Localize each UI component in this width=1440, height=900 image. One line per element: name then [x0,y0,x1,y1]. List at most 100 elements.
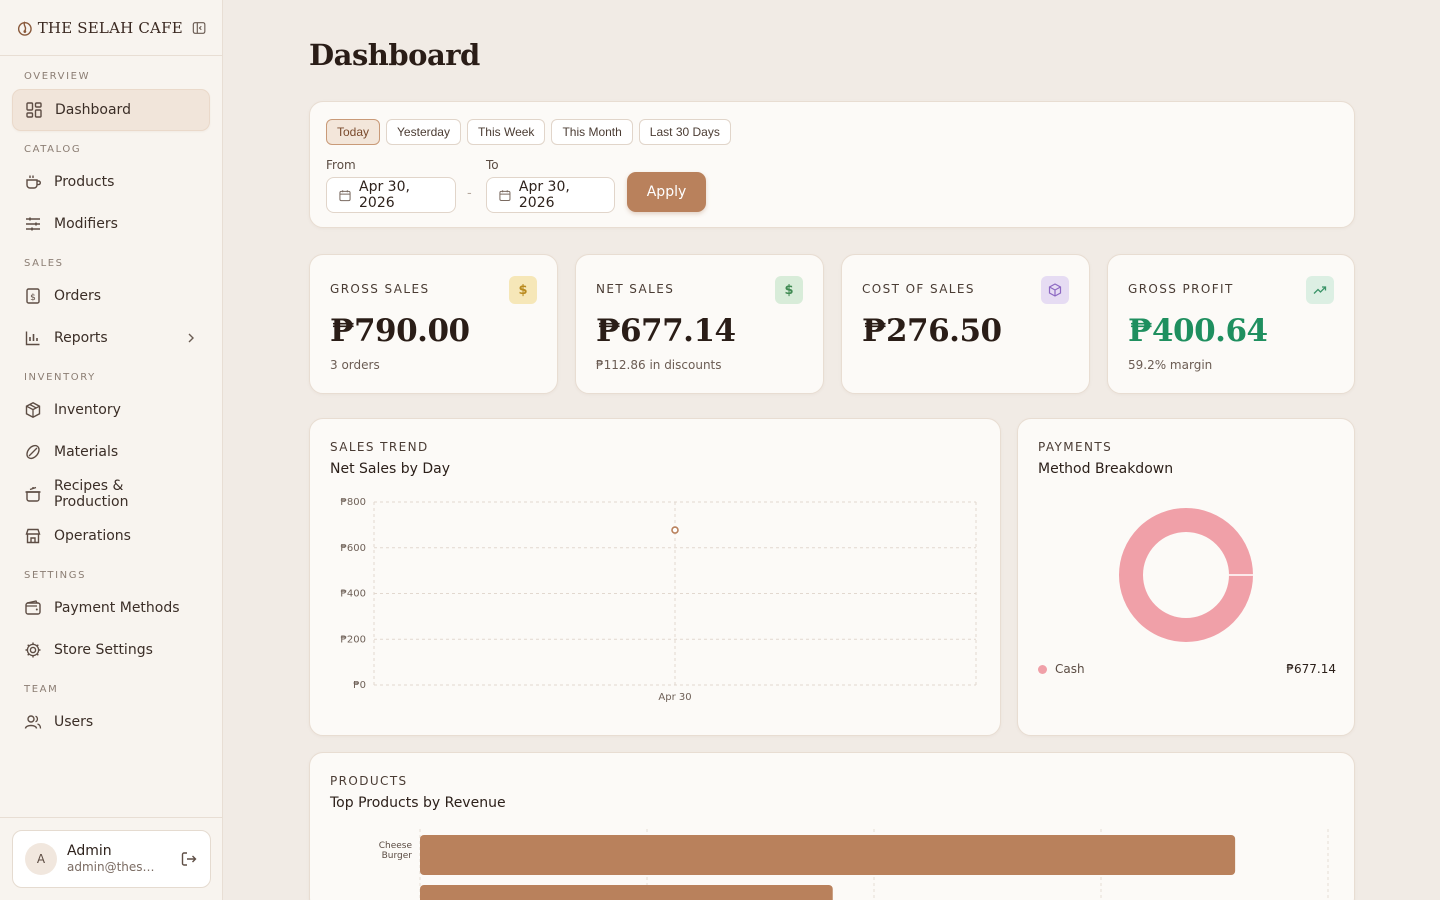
sidebar-item-reports[interactable]: Reports [12,317,210,359]
to-label: To [486,158,499,172]
nav-section-catalog: CATALOG [24,144,82,155]
products-card: PRODUCTS Top Products by Revenue Cheese B… [309,752,1355,900]
to-date-input[interactable]: Apr 30, 2026 [486,177,615,213]
brand-header: THE SELAH CAFE [0,0,222,56]
kpi-sub: ₱112.86 in discounts [596,358,722,372]
payment-donut-chart [1119,508,1253,642]
y-tick-label: ₱0 [353,680,366,691]
kpi-value: ₱790.00 [330,313,470,349]
sidebar-item-inventory[interactable]: Inventory [12,389,210,431]
legend-swatch [1038,664,1047,674]
kpi-value: ₱400.64 [1128,313,1268,349]
y-tick-label: ₱800 [341,497,366,508]
brand-name: THE SELAH CAFE [37,18,183,37]
date-filter-card: Today Yesterday This Week This Month Las… [309,101,1355,228]
to-date-value: Apr 30, 2026 [518,179,570,211]
sidebar-item-orders[interactable]: $ Orders [12,275,210,317]
box-icon [1041,276,1069,304]
from-date-input[interactable]: Apr 30, 2026 [326,177,456,213]
range-chip-this-month[interactable]: This Month [551,119,633,145]
sliders-icon [26,217,40,231]
product-label: Cheese [379,841,413,851]
kpi-label: Cost of Sales [862,282,975,296]
bean-icon [26,444,40,460]
sidebar-item-label: Products [54,174,115,190]
logout-icon[interactable] [180,850,198,868]
product-label: Burger [382,851,413,861]
user-name: Admin [67,843,112,859]
page-title: Dashboard [309,38,480,72]
sidebar-item-label: Inventory [54,402,121,418]
top-products-chart: CheeseBurger [379,829,1329,900]
kpi-card-net-sales: Net Sales $ ₱677.14 ₱112.86 in discounts [575,254,824,394]
nav-section-inventory: INVENTORY [24,372,96,383]
kpi-label: Gross Profit [1128,282,1234,296]
sidebar-item-dashboard[interactable]: Dashboard [12,89,210,131]
coffee-logo-icon [17,20,32,36]
sales-trend-card: SALES TREND Net Sales by Day ₱800 ₱600 ₱40… [309,418,1001,736]
dollar-icon: $ [775,276,803,304]
store-icon [25,528,41,544]
avatar: A [25,843,57,875]
range-chips: Today Yesterday This Week This Month Las… [326,119,731,145]
user-card[interactable]: A Admin admin@these... [12,830,211,888]
kpi-label: Net Sales [596,282,675,296]
range-chip-today[interactable]: Today [326,119,381,145]
nav-section-overview: OVERVIEW [24,71,91,82]
from-date-value: Apr 30, 2026 [359,179,410,211]
user-email: admin@these... [67,860,157,874]
sidebar-item-label: Reports [54,330,108,346]
donut-slice [1119,508,1253,642]
kpi-sub: 59.2% margin [1128,358,1213,372]
gear-icon [25,642,41,658]
trending-up-icon [1306,276,1334,304]
users-icon [24,715,42,729]
x-tick-label: Apr 30 [658,692,691,703]
receipt-icon: $ [26,288,40,304]
calendar-icon [339,189,351,201]
legend-value: ₱677.14 [1286,662,1336,676]
sidebar-item-materials[interactable]: Materials [12,431,210,473]
dollar-icon: $ [509,276,537,304]
from-label: From [326,158,356,172]
nav-section-sales: SALES [24,258,64,269]
sidebar-item-users[interactable]: Users [12,701,210,743]
date-separator: - [467,186,472,201]
kpi-value: ₱276.50 [862,313,1002,349]
legend-row: Cash ₱677.14 [1038,662,1336,676]
sidebar-item-recipes[interactable]: Recipes & Production [12,473,210,515]
nav-section-team: TEAM [24,684,59,695]
grid-icon [26,102,42,118]
coffee-cup-icon [26,175,41,189]
sidebar-item-label: Orders [54,288,102,304]
wallet-icon [25,600,41,615]
sidebar-item-label: Payment Methods [54,600,180,616]
payments-card: PAYMENTS Method Breakdown Cash ₱677.14 [1017,418,1355,736]
sidebar-item-label: Dashboard [55,102,131,118]
sidebar-item-products[interactable]: Products [12,161,210,203]
sidebar-toggle-icon[interactable] [192,20,206,36]
user-meta: Admin admin@these... [67,843,174,875]
sidebar-item-operations[interactable]: Operations [12,515,210,557]
sidebar-item-label: Users [54,714,94,730]
product-bar [420,835,1236,875]
range-chip-this-week[interactable]: This Week [466,119,546,145]
kpi-value: ₱677.14 [596,313,736,349]
sidebar-item-modifiers[interactable]: Modifiers [12,203,210,245]
y-tick-label: ₱600 [341,543,366,554]
sidebar-item-store-settings[interactable]: Store Settings [12,629,210,671]
y-tick-label: ₱200 [341,634,366,645]
svg-text:$: $ [30,293,36,303]
apply-button[interactable]: Apply [627,172,706,212]
sidebar-item-payment-methods[interactable]: Payment Methods [12,587,210,629]
kpi-label: Gross Sales [330,282,430,296]
range-chip-yesterday[interactable]: Yesterday [386,119,461,145]
cooking-pot-icon [25,486,41,502]
kpi-card-cost-of-sales: Cost of Sales ₱276.50 [841,254,1090,394]
sidebar-item-label: Recipes & Production [54,478,129,510]
kpi-sub: 3 orders [330,358,380,372]
kpi-card-gross-profit: Gross Profit ₱400.64 59.2% margin [1107,254,1355,394]
range-chip-last-30-days[interactable]: Last 30 Days [638,119,731,145]
sales-trend-chart: ₱800 ₱600 ₱400 ₱200 ₱0 Apr 30 [341,497,977,703]
data-point [671,526,679,534]
